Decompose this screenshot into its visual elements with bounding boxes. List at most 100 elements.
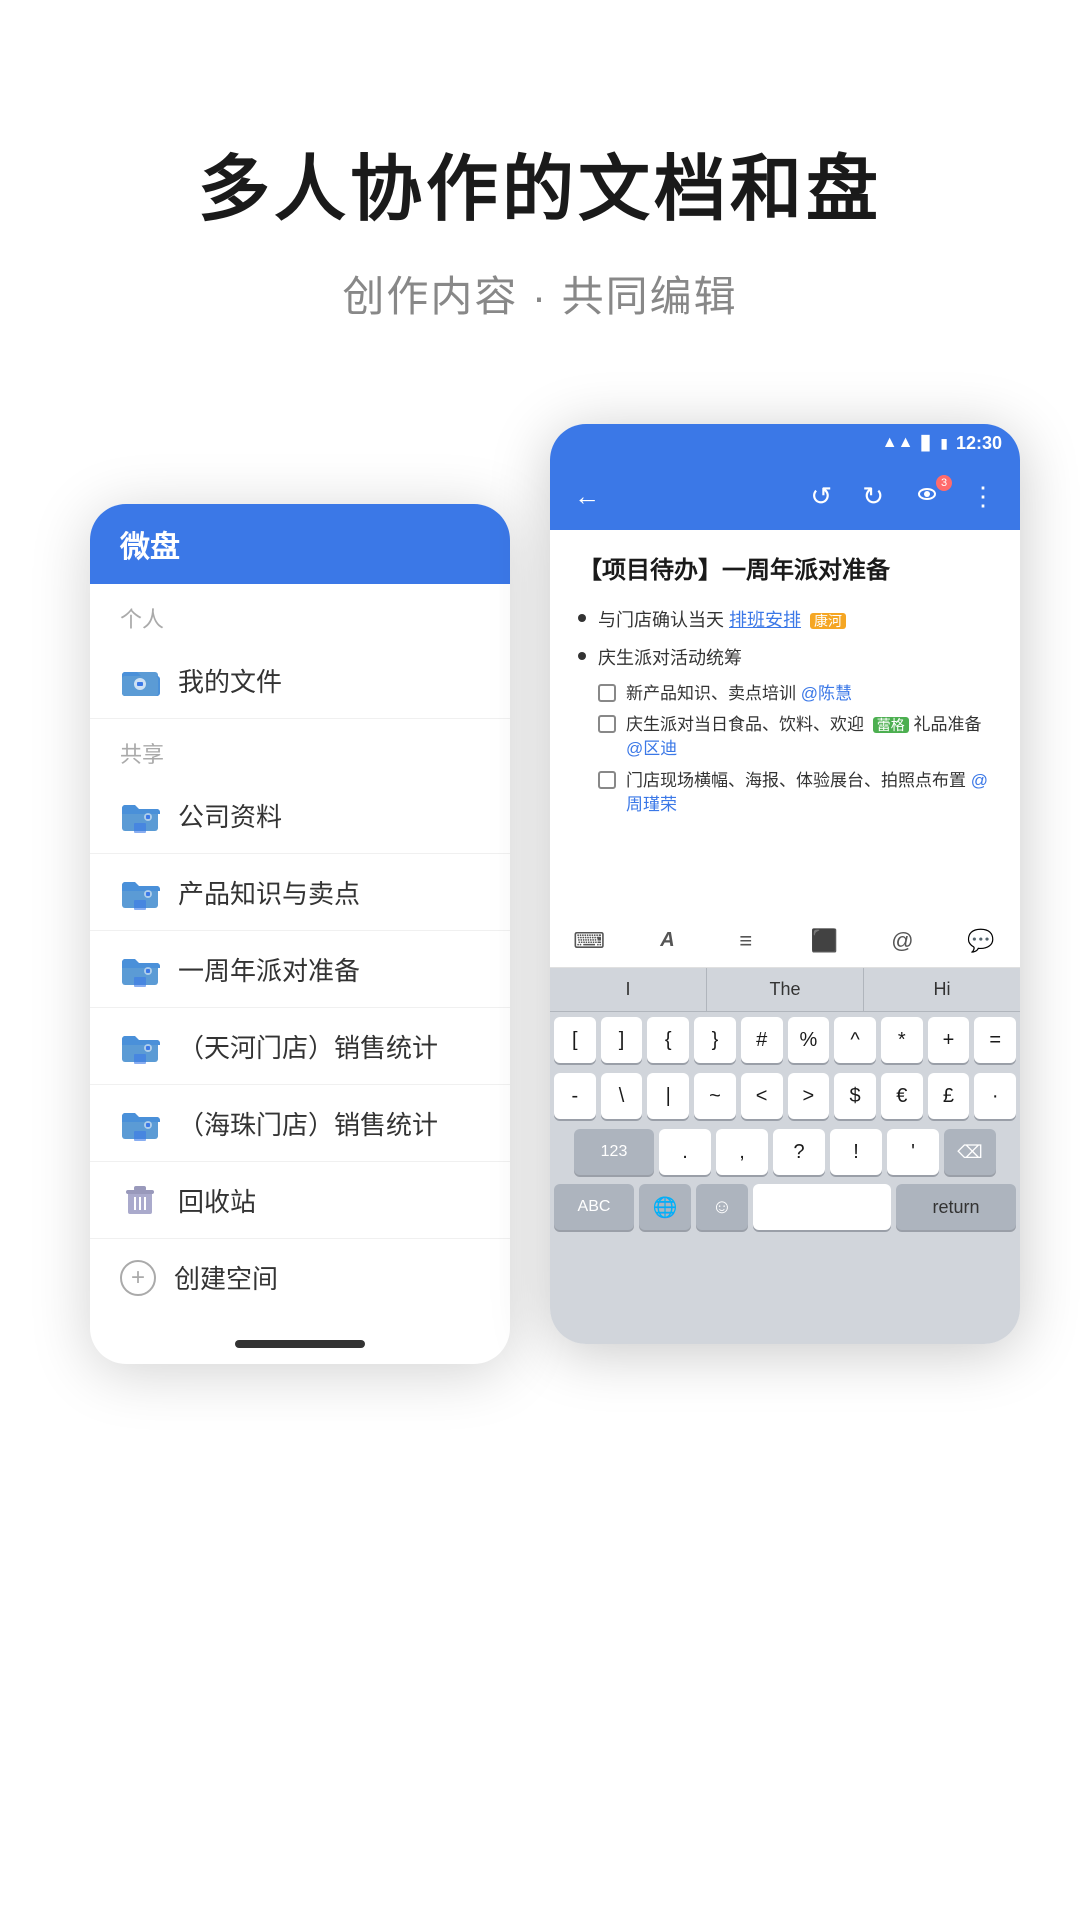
signal-icon: ▲▲ xyxy=(882,434,914,452)
key-open-brace[interactable]: { xyxy=(647,1017,689,1063)
key-period[interactable]: . xyxy=(659,1129,711,1175)
myfiles-label: 我的文件 xyxy=(178,662,282,699)
key-close-brace[interactable]: } xyxy=(694,1017,736,1063)
doc-title: 【项目待办】一周年派对准备 xyxy=(578,554,992,588)
checkbox-2[interactable] xyxy=(598,715,616,733)
back-button[interactable]: ← xyxy=(566,477,608,516)
key-greater-than[interactable]: > xyxy=(788,1073,830,1119)
status-time: 12:30 xyxy=(956,433,1002,454)
anniversary-label: 一周年派对准备 xyxy=(178,951,360,988)
mention-zhoujinrong: @周瑾荣 xyxy=(626,771,988,814)
doc-content: 【项目待办】一周年派对准备 与门店确认当天 排班安排 康河 庆生派对活动统筹 xyxy=(550,530,1020,910)
key-close-bracket[interactable]: ] xyxy=(601,1017,643,1063)
keyboard-row-3: 123 . , ? ! ' ⌫ xyxy=(550,1124,1020,1180)
key-pound[interactable]: £ xyxy=(928,1073,970,1119)
plus-icon: + xyxy=(120,1260,156,1296)
key-backslash[interactable]: \ xyxy=(601,1073,643,1119)
hero-subtitle: 创作内容 · 共同编辑 xyxy=(342,263,737,324)
key-dollar[interactable]: $ xyxy=(834,1073,876,1119)
font-icon[interactable]: A xyxy=(643,917,691,965)
key-exclaim[interactable]: ! xyxy=(830,1129,882,1175)
bullet-dot-2 xyxy=(578,652,586,660)
list-icon[interactable]: ≡ xyxy=(722,917,770,965)
key-delete[interactable]: ⌫ xyxy=(944,1129,996,1175)
folder-anniversary-icon xyxy=(120,949,160,989)
folder-trash-icon xyxy=(120,1180,160,1220)
key-emoji[interactable]: ☺ xyxy=(696,1184,748,1230)
undo-button[interactable]: ↺ xyxy=(802,477,840,516)
redo-button[interactable]: ↻ xyxy=(854,477,892,516)
mention-qudi: @区迪 xyxy=(626,739,677,758)
autocomplete-i[interactable]: I xyxy=(550,968,707,1011)
checkbox-1[interactable] xyxy=(598,684,616,702)
bullet-dot-1 xyxy=(578,614,586,622)
phones-showcase: 微盘 个人 我的文件 共享 xyxy=(60,424,1020,1524)
keyboard-toggle-icon[interactable]: ⌨ xyxy=(565,917,613,965)
home-indicator xyxy=(235,1340,365,1348)
checkbox-row-3: 门店现场横幅、海报、体验展台、拍照点布置 @周瑾荣 xyxy=(598,769,992,817)
key-dot-mid[interactable]: · xyxy=(974,1073,1016,1119)
autocomplete-the[interactable]: The xyxy=(707,968,864,1011)
key-minus[interactable]: - xyxy=(554,1073,596,1119)
sidebar-item-myfiles[interactable]: 我的文件 xyxy=(90,642,510,719)
phone-right: ▲▲ ▊ ▮ 12:30 ← ↺ ↻ 3 ⋮ 【项目待办】一周年派对准备 xyxy=(550,424,1020,1344)
products-label: 产品知识与卖点 xyxy=(178,874,360,911)
key-open-bracket[interactable]: [ xyxy=(554,1017,596,1063)
key-question[interactable]: ? xyxy=(773,1129,825,1175)
wifi-icon: ▊ xyxy=(921,435,932,452)
image-icon[interactable]: ⬛ xyxy=(800,917,848,965)
sidebar-item-company[interactable]: 公司资料 xyxy=(90,777,510,854)
checkbox-row-2: 庆生派对当日食品、饮料、欢迎 蕾格 礼品准备 @区迪 xyxy=(598,713,992,761)
section-personal-label: 个人 xyxy=(90,584,510,642)
key-plus[interactable]: + xyxy=(928,1017,970,1063)
keyboard-row-1: [ ] { } # % ^ * + = xyxy=(550,1012,1020,1068)
checkbox-3[interactable] xyxy=(598,771,616,789)
key-apostrophe[interactable]: ' xyxy=(887,1129,939,1175)
folder-products-icon xyxy=(120,872,160,912)
sidebar-item-anniversary[interactable]: 一周年派对准备 xyxy=(90,931,510,1008)
spacebar[interactable] xyxy=(753,1184,891,1230)
folder-personal-icon xyxy=(120,660,160,700)
more-button[interactable]: ⋮ xyxy=(962,477,1004,516)
key-caret[interactable]: ^ xyxy=(834,1017,876,1063)
comment-icon[interactable]: 💬 xyxy=(957,917,1005,965)
key-globe[interactable]: 🌐 xyxy=(639,1184,691,1230)
key-abc[interactable]: ABC xyxy=(554,1184,634,1230)
sidebar-item-trash[interactable]: 回收站 xyxy=(90,1162,510,1239)
sidebar-item-products[interactable]: 产品知识与卖点 xyxy=(90,854,510,931)
mention-chenhui: @陈慧 xyxy=(801,684,852,703)
key-pipe[interactable]: | xyxy=(647,1073,689,1119)
status-bar: ▲▲ ▊ ▮ 12:30 xyxy=(550,424,1020,462)
tianhe-label: （天河门店）销售统计 xyxy=(178,1028,438,1065)
folder-tianhe-icon xyxy=(120,1026,160,1066)
company-label: 公司资料 xyxy=(178,797,282,834)
tag-leige: 蕾格 xyxy=(873,717,909,733)
folder-company-icon xyxy=(120,795,160,835)
key-return[interactable]: return xyxy=(896,1184,1016,1230)
key-equals[interactable]: = xyxy=(974,1017,1016,1063)
autocomplete-bar: I The Hi xyxy=(550,968,1020,1012)
key-less-than[interactable]: < xyxy=(741,1073,783,1119)
key-123[interactable]: 123 xyxy=(574,1129,654,1175)
bullet-text-2: 庆生派对活动统筹 xyxy=(598,644,742,670)
haizhu-label: （海珠门店）销售统计 xyxy=(178,1105,438,1142)
sidebar-item-tianhe[interactable]: （天河门店）销售统计 xyxy=(90,1008,510,1085)
autocomplete-hi[interactable]: Hi xyxy=(864,968,1020,1011)
weidisk-title: 微盘 xyxy=(120,522,180,566)
viewer-count: 3 xyxy=(936,475,952,491)
key-asterisk[interactable]: * xyxy=(881,1017,923,1063)
bullet-item-1: 与门店确认当天 排班安排 康河 xyxy=(578,606,992,632)
tag-kanghe: 康河 xyxy=(810,613,846,629)
key-hash[interactable]: # xyxy=(741,1017,783,1063)
sidebar-item-haizhu[interactable]: （海珠门店）销售统计 xyxy=(90,1085,510,1162)
create-space-item[interactable]: + 创建空间 xyxy=(90,1239,510,1316)
at-icon[interactable]: @ xyxy=(878,917,926,965)
key-comma[interactable]: , xyxy=(716,1129,768,1175)
create-space-label: 创建空间 xyxy=(174,1259,278,1296)
key-percent[interactable]: % xyxy=(788,1017,830,1063)
viewers-button[interactable]: 3 xyxy=(906,479,948,513)
key-euro[interactable]: € xyxy=(881,1073,923,1119)
trash-label: 回收站 xyxy=(178,1182,256,1219)
phone-left: 微盘 个人 我的文件 共享 xyxy=(90,504,510,1364)
key-tilde[interactable]: ~ xyxy=(694,1073,736,1119)
